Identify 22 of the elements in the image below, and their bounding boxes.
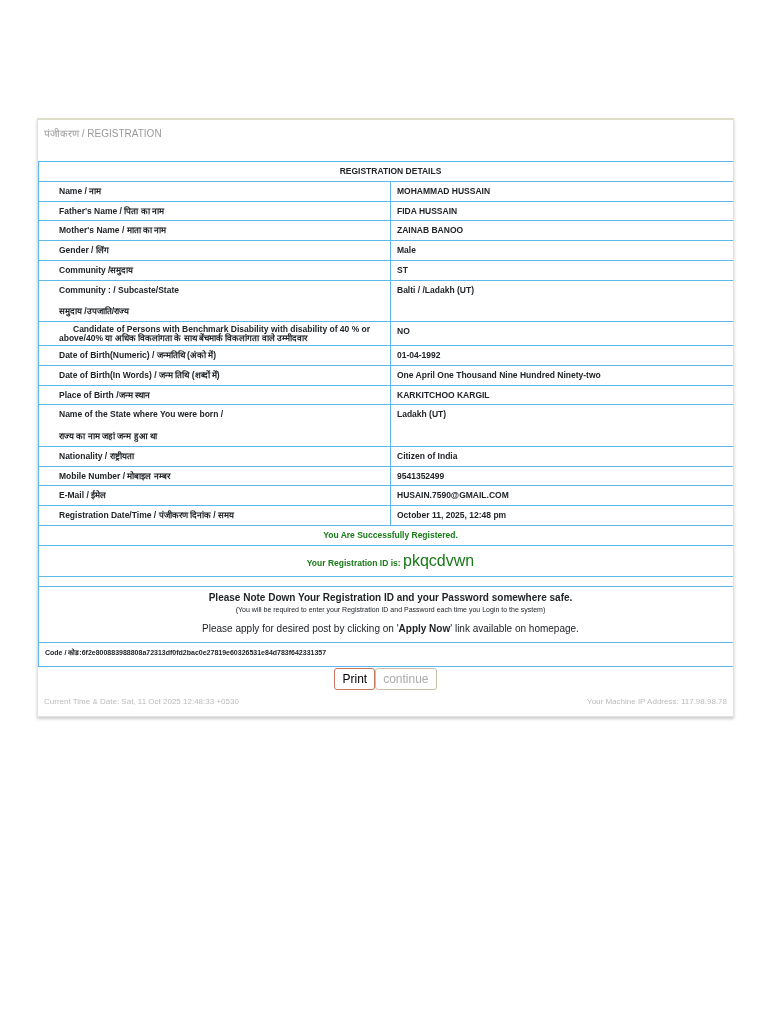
field-label: Name / नाम xyxy=(38,181,391,201)
field-label: Father's Name / पिता का नाम xyxy=(38,201,391,221)
breadcrumb: पंजीकरण / REGISTRATION xyxy=(43,127,163,141)
registration-id: pkqcdvwn xyxy=(403,551,475,569)
field-label: E-Mail / ईमेल xyxy=(38,485,391,506)
table-title: REGISTRATION DETAILS xyxy=(38,161,733,182)
success-message: You Are Successfully Registered. xyxy=(38,525,733,545)
field-label: Name of the State where You were born / राज्य का नाम जहां जन्म हुआ था xyxy=(38,404,391,447)
field-label: Community /समुदाय xyxy=(38,260,391,280)
field-label: Mother's Name / माता का नाम xyxy=(38,220,391,241)
field-label: Nationality / राष्ट्रीयता xyxy=(38,446,391,466)
field-label: Mobile Number / मोबाइल नम्बर xyxy=(38,466,391,486)
field-label: Gender / लिंग xyxy=(38,240,391,261)
field-label: Candidate of Persons with Benchmark Disability with disability of 40 % or above/40% या अधिक विकलांगता के साथ बेंचमार्क विकलांगता वाले उम्मीदवार xyxy=(38,321,391,346)
apply-note: Please apply for desired post by clicking on 'Apply Now' link available on homepage. xyxy=(201,622,580,636)
registration-id-label: Your Registration ID is: xyxy=(306,557,401,568)
note-title: Please Note Down Your Registration ID and your Password somewhere safe. xyxy=(207,590,574,605)
field-label: Date of Birth(In Words) / जन्म तिथि (शब्दों में) xyxy=(38,365,391,385)
print-button[interactable]: Print xyxy=(334,667,376,690)
field-label: Date of Birth(Numeric) / जन्मतिथि (अंको में) xyxy=(38,345,391,366)
field-label: Registration Date/Time / पंजीकरण दिनांक / समय xyxy=(38,505,391,526)
field-label: Place of Birth /जन्म स्थान xyxy=(38,385,391,405)
